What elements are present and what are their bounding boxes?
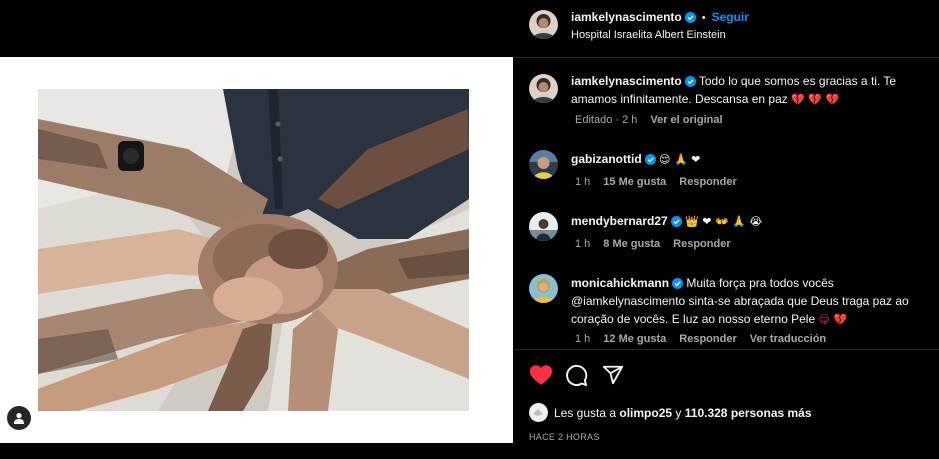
comment-2-meta: 1 h 8 Me gusta Responder bbox=[575, 238, 744, 250]
verified-badge-icon bbox=[684, 12, 696, 23]
heart-filled-icon[interactable] bbox=[529, 364, 553, 386]
reply-button[interactable]: Responder bbox=[679, 333, 736, 345]
verified-badge-icon bbox=[670, 216, 682, 227]
post-timestamp[interactable]: HACE 2 HORAS bbox=[529, 432, 600, 442]
paper-plane-icon[interactable] bbox=[602, 364, 624, 386]
caption-meta: Editado · 2 h Ver el original bbox=[575, 114, 736, 126]
comment-likes[interactable]: 8 Me gusta bbox=[603, 238, 660, 250]
commenter-avatar[interactable] bbox=[529, 274, 558, 303]
user-tag-icon bbox=[14, 413, 24, 424]
comment-bubble-icon[interactable] bbox=[565, 364, 588, 387]
comment-emojis: 👑 ❤ 👐 🙏 😭 bbox=[685, 215, 763, 228]
commenter-avatar[interactable] bbox=[529, 212, 558, 241]
comment-3: monicahickmann Muita força pra todos voc… bbox=[571, 274, 936, 329]
comment-3-meta: 1 h 12 Me gusta Responder Ver traducción bbox=[575, 333, 839, 345]
commenter-avatar[interactable] bbox=[529, 150, 558, 179]
comment-1: gabizanottid 😌 🙏 ❤ bbox=[571, 150, 936, 169]
author-username[interactable]: iamkelynascimento bbox=[571, 10, 682, 24]
likes-middle: y bbox=[675, 405, 682, 420]
comment-emojis: 😌 💔 bbox=[818, 313, 848, 326]
comment-time[interactable]: 1 h bbox=[575, 238, 590, 250]
verified-badge-icon bbox=[672, 278, 684, 289]
post-media-area bbox=[0, 0, 513, 459]
comment-time[interactable]: 1 h bbox=[575, 176, 590, 188]
translate-button[interactable]: Ver traducción bbox=[750, 333, 826, 345]
comment-likes[interactable]: 15 Me gusta bbox=[603, 176, 666, 188]
reply-button[interactable]: Responder bbox=[679, 176, 736, 188]
author-avatar[interactable] bbox=[529, 10, 558, 39]
likes-count[interactable]: 110.328 personas más bbox=[685, 406, 812, 420]
liker-username[interactable]: olimpo25 bbox=[619, 406, 672, 420]
verified-badge-icon bbox=[684, 76, 696, 87]
comment-emojis: 😌 🙏 ❤ bbox=[659, 153, 701, 166]
post-side-panel: iamkelynascimento • Seguir Hospital Israel… bbox=[513, 0, 939, 459]
caption-username[interactable]: iamkelynascimento bbox=[571, 74, 682, 88]
caption-emojis: 💔 💔 💔 bbox=[791, 93, 840, 106]
post-photo[interactable] bbox=[38, 89, 469, 411]
separator-dot: • bbox=[701, 12, 706, 24]
follow-button[interactable]: Seguir bbox=[712, 10, 749, 24]
comment-likes[interactable]: 12 Me gusta bbox=[603, 333, 666, 345]
comment-username[interactable]: mendybernard27 bbox=[571, 214, 668, 228]
post-location[interactable]: Hospital Israelita Albert Einstein bbox=[571, 29, 726, 41]
comment-username[interactable]: monicahickmann bbox=[571, 276, 669, 290]
caption: iamkelynascimento Todo lo que somos es g… bbox=[571, 72, 936, 109]
verified-badge-icon bbox=[644, 154, 656, 165]
comment-2: mendybernard27 👑 ❤ 👐 🙏 😭 bbox=[571, 212, 936, 231]
comment-username[interactable]: gabizanottid bbox=[571, 152, 642, 166]
likes-summary: Les gusta a olimpo25 y 110.328 personas … bbox=[529, 403, 812, 422]
user-tags-button[interactable] bbox=[7, 406, 31, 430]
reply-button[interactable]: Responder bbox=[673, 238, 730, 250]
likes-prefix: Les gusta a bbox=[554, 405, 617, 420]
see-original-button[interactable]: Ver el original bbox=[650, 114, 722, 126]
comment-1-meta: 1 h 15 Me gusta Responder bbox=[575, 176, 750, 188]
post-header-user: iamkelynascimento • Seguir bbox=[571, 10, 749, 24]
caption-edited: Editado · 2 h bbox=[575, 114, 638, 126]
header-divider bbox=[513, 57, 939, 58]
comment-time[interactable]: 1 h bbox=[575, 333, 590, 345]
actions-divider bbox=[513, 349, 939, 350]
liker-avatar[interactable] bbox=[529, 403, 548, 422]
caption-avatar[interactable] bbox=[529, 74, 558, 103]
